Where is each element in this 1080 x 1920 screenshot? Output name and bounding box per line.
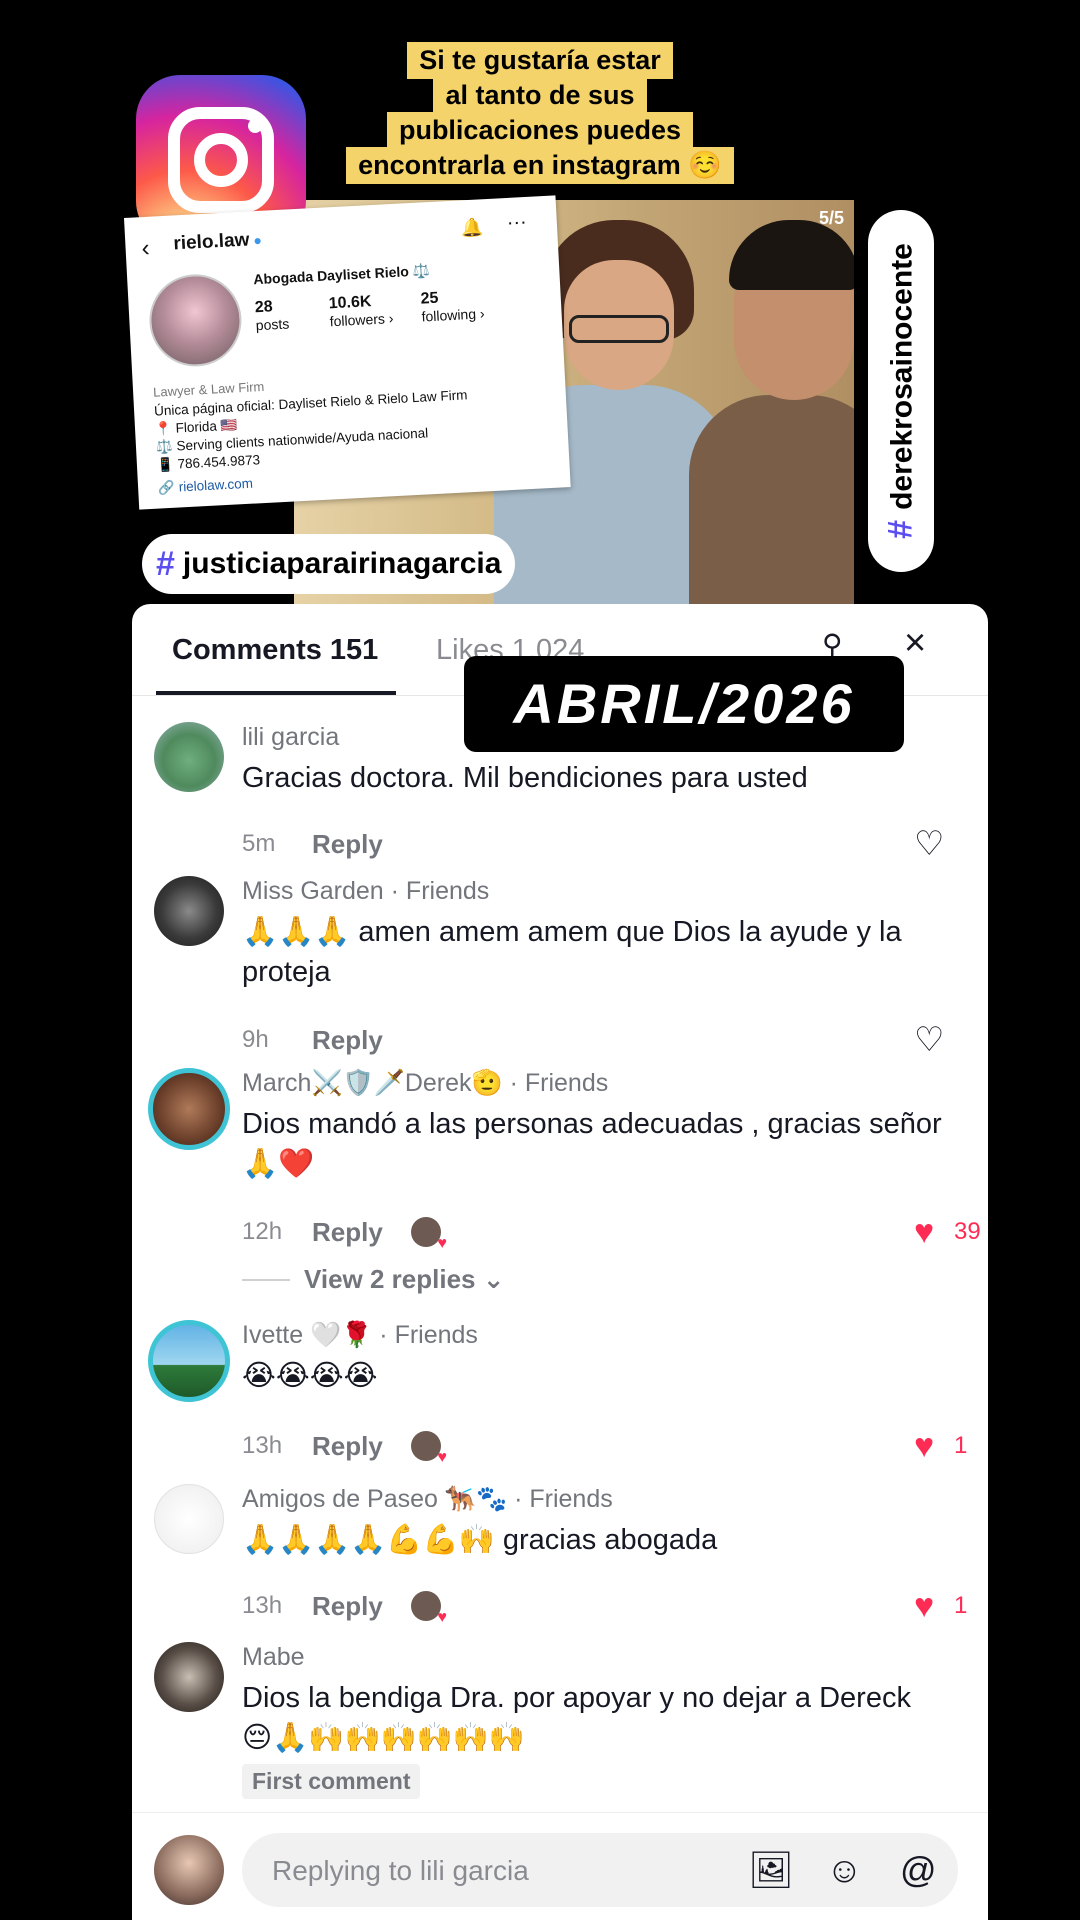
hashtag-icon: # bbox=[156, 544, 175, 583]
date-sticker: ABRIL/2026 bbox=[464, 656, 904, 752]
profile-link: 🔗 rielolaw.com bbox=[157, 475, 254, 496]
heart-filled-icon[interactable]: ♥ bbox=[914, 1427, 934, 1466]
comment-body: Mabe Dios la bendiga Dra. por apoyar y n… bbox=[242, 1642, 942, 1799]
comment-meta: 9h Reply ♡ 👎︎ bbox=[242, 1021, 944, 1059]
hashtag-icon: # bbox=[881, 519, 920, 539]
like-count: 1 bbox=[954, 1432, 968, 1459]
comment-body: Ivette 🤍🌹 · Friends 😭😭😭😭 bbox=[242, 1320, 942, 1396]
comment-body: Amigos de Paseo 🐕‍🦺🐾 · Friends 🙏🙏🙏🙏💪💪🙌 g… bbox=[242, 1484, 942, 1560]
avatar[interactable] bbox=[154, 1642, 224, 1712]
defendant-figure bbox=[689, 210, 854, 620]
tab-underline bbox=[156, 691, 396, 695]
reply-button[interactable]: Reply bbox=[312, 829, 383, 860]
like-count: 1 bbox=[954, 1592, 968, 1619]
comment-body: Miss Garden · Friends 🙏🙏🙏 amen amem amem… bbox=[242, 876, 942, 992]
creator-liked-avatar bbox=[410, 1591, 447, 1627]
comment-time: 13h bbox=[242, 1592, 283, 1619]
comment-author[interactable]: Mabe bbox=[242, 1642, 942, 1672]
comment-text: Dios la bendiga Dra. por apoyar y no dej… bbox=[242, 1682, 911, 1754]
comment-text: Dios mandó a las personas adecuadas , gr… bbox=[242, 1108, 942, 1180]
avatar[interactable] bbox=[148, 1320, 230, 1402]
avatar bbox=[154, 1835, 224, 1905]
stat-followers: 10.6K followers › bbox=[328, 293, 394, 330]
verified-icon: ● bbox=[252, 231, 263, 249]
comment-text: Gracias doctora. Mil bendiciones para us… bbox=[242, 762, 808, 794]
bell-icon: 🔔 bbox=[460, 217, 484, 239]
comment-meta: 13h Reply ♥ 1 👎︎ bbox=[242, 1427, 967, 1468]
avatar[interactable] bbox=[154, 876, 224, 946]
caption-line: publicaciones puedes bbox=[386, 112, 694, 149]
mention-icon[interactable]: @ bbox=[900, 1849, 937, 1891]
back-arrow-icon: ‹ bbox=[140, 234, 151, 263]
profile-handle: rielo.law ● bbox=[172, 229, 263, 255]
heart-icon[interactable]: ♡ bbox=[914, 824, 944, 864]
heart-filled-icon[interactable]: ♥ bbox=[914, 1587, 934, 1626]
hashtag-right-pill: # derekrosainocente bbox=[868, 210, 934, 572]
reply-button[interactable]: Reply bbox=[312, 1025, 383, 1056]
comment-time: 13h bbox=[242, 1432, 283, 1459]
avatar[interactable] bbox=[154, 722, 224, 792]
profile-category: Lawyer & Law Firm bbox=[152, 378, 265, 400]
close-icon[interactable]: × bbox=[904, 622, 926, 665]
view-replies-button[interactable]: View 2 replies ⌄ bbox=[242, 1264, 505, 1295]
comment-text: 🙏🙏🙏🙏💪💪🙌 gracias abogada bbox=[242, 1524, 718, 1556]
comment-input[interactable]: Replying to lili garcia 🖼︎ ☺ @ bbox=[242, 1833, 958, 1907]
heart-filled-icon[interactable]: ♥ bbox=[914, 1213, 934, 1252]
hashtag-right-text: derekrosainocente bbox=[885, 243, 919, 510]
hashtag-left-text: justiciaparairinagarcia bbox=[182, 547, 502, 580]
instagram-profile-card: ‹ rielo.law ● 🔔 ··· Abogada Dayliset Riel… bbox=[124, 195, 571, 510]
first-comment-badge: First comment bbox=[242, 1764, 421, 1799]
comment-author[interactable]: Ivette 🤍🌹 · Friends bbox=[242, 1320, 942, 1350]
tab-comments[interactable]: Comments 151 bbox=[172, 634, 378, 667]
comment-text: 🙏🙏🙏 amen amem amem que Dios la ayude y l… bbox=[242, 916, 902, 988]
comment-time: 12h bbox=[242, 1218, 283, 1245]
emoji-icon[interactable]: ☺ bbox=[826, 1849, 863, 1891]
comment-text: 😭😭😭😭 bbox=[242, 1360, 378, 1392]
caption-line: al tanto de sus bbox=[433, 77, 647, 114]
caption-line: Si te gustaría estar bbox=[407, 42, 673, 79]
view-replies-label[interactable]: View 2 replies ⌄ bbox=[304, 1264, 505, 1295]
reply-button[interactable]: Reply bbox=[312, 1431, 383, 1462]
comment-time: 9h bbox=[242, 1026, 269, 1053]
hashtag-left-pill: # justiciaparairinagarcia bbox=[142, 534, 516, 594]
stat-following: 25 following › bbox=[420, 289, 485, 325]
comment-meta: 12h Reply ♥ 39 👎︎ bbox=[242, 1213, 981, 1254]
comment-input-bar: Replying to lili garcia 🖼︎ ☺ @ bbox=[132, 1812, 988, 1920]
video-counter: 5/5 bbox=[818, 208, 844, 228]
stat-posts: 28 posts bbox=[254, 298, 290, 334]
reply-button[interactable]: Reply bbox=[312, 1591, 383, 1622]
comment-author[interactable]: March⚔️🛡️🗡️Derek🫡 · Friends bbox=[242, 1068, 942, 1098]
caption-line: encontrarla en instagram ☺️ bbox=[346, 147, 734, 184]
comment-time: 5m bbox=[242, 830, 276, 857]
divider bbox=[242, 1278, 290, 1281]
more-icon: ··· bbox=[506, 210, 528, 234]
avatar[interactable] bbox=[154, 1484, 224, 1554]
like-count: 39 bbox=[954, 1218, 981, 1245]
profile-bio: Única página oficial: Dayliset Rielo & R… bbox=[153, 387, 468, 473]
reply-button[interactable]: Reply bbox=[312, 1217, 383, 1248]
comment-author[interactable]: Miss Garden · Friends bbox=[242, 876, 942, 906]
avatar[interactable] bbox=[148, 1068, 230, 1150]
comment-input-placeholder[interactable]: Replying to lili garcia bbox=[272, 1855, 529, 1887]
comment-body: March⚔️🛡️🗡️Derek🫡 · Friends Dios mandó a… bbox=[242, 1068, 942, 1184]
heart-icon[interactable]: ♡ bbox=[914, 1020, 944, 1060]
comments-panel: Comments 151 Likes 1,024 ⚲ × lili garcia… bbox=[132, 604, 988, 1920]
creator-liked-avatar bbox=[410, 1431, 447, 1467]
creator-liked-avatar bbox=[410, 1217, 447, 1253]
profile-avatar bbox=[147, 272, 244, 369]
image-icon[interactable]: 🖼︎ bbox=[748, 1849, 794, 1891]
comment-author[interactable]: Amigos de Paseo 🐕‍🦺🐾 · Friends bbox=[242, 1484, 942, 1514]
comment-meta: 13h Reply ♥ 1 👎︎ bbox=[242, 1587, 967, 1628]
profile-name: Abogada Dayliset Rielo ⚖️ bbox=[252, 262, 431, 288]
comment-meta: 5m Reply ♡ 👎︎ bbox=[242, 825, 944, 863]
